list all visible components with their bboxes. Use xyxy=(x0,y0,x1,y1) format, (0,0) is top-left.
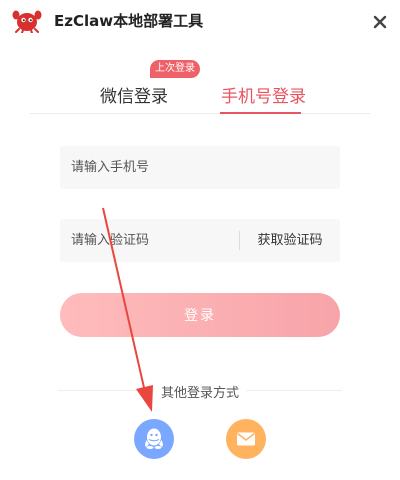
red-crab-logo-icon xyxy=(12,10,42,33)
login-button[interactable]: 登录 xyxy=(60,293,340,337)
email-login-button[interactable] xyxy=(226,419,266,459)
other-login-label: 其他登录方式 xyxy=(160,386,239,401)
qq-penguin-icon xyxy=(145,428,163,449)
tab-phone-login[interactable]: 手机号登录 xyxy=(221,82,306,107)
verification-code-input[interactable] xyxy=(60,219,238,262)
get-code-button[interactable]: 获取验证码 xyxy=(240,219,340,262)
code-field: 获取验证码 xyxy=(60,219,340,262)
tab-wechat-login[interactable]: 微信登录 xyxy=(100,82,168,107)
phone-field xyxy=(60,146,340,189)
divider-left xyxy=(58,390,154,391)
active-tab-underline xyxy=(220,112,301,114)
app-title: EzClaw本地部署工具 xyxy=(54,12,204,30)
qq-login-button[interactable] xyxy=(134,419,174,459)
title-bar: EzClaw本地部署工具 xyxy=(0,0,400,44)
login-tabs: 微信登录 上次登录 手机号登录 xyxy=(30,56,370,116)
divider-right xyxy=(246,390,342,391)
close-button[interactable] xyxy=(368,10,392,34)
mail-envelope-icon xyxy=(237,432,255,446)
tab-divider xyxy=(30,113,370,114)
login-window: EzClaw本地部署工具 微信登录 上次登录 手机号登录 获取验证码 登录 其他… xyxy=(0,0,400,480)
close-icon xyxy=(373,15,387,29)
last-login-badge: 上次登录 xyxy=(150,60,200,78)
phone-input[interactable] xyxy=(60,146,340,189)
